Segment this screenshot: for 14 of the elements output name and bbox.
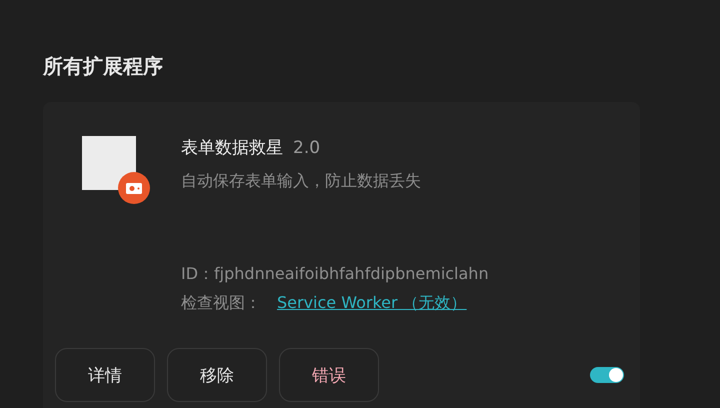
action-button[interactable]: 详情 [55,348,155,402]
extension-id: fjphdnneaifoibhfahfdipbnemiclahn [214,264,489,285]
action-button[interactable]: 移除 [167,348,267,402]
service-worker-badge-icon [118,172,150,204]
extension-version: 2.0 [293,138,320,158]
extension-description: 自动保存表单输入，防止数据丢失 [181,171,422,192]
extension-icon [82,136,136,190]
id-label: ID： [181,264,214,285]
inspect-views-label: 检查视图： [181,293,261,314]
service-worker-link[interactable]: Service Worker （无效） [277,293,467,314]
section-title: 所有扩展程序 [42,53,164,80]
extension-name: 表单数据救星 [181,137,283,159]
errors-button[interactable]: 错误 [279,348,379,402]
enable-toggle[interactable] [590,367,624,383]
